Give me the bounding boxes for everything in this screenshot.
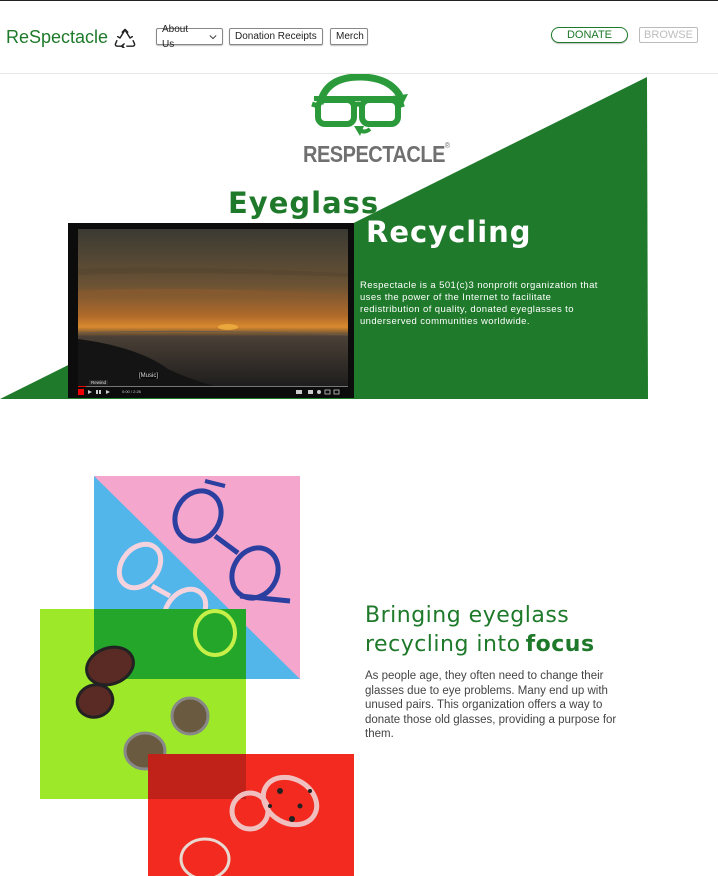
glasses-collage	[40, 476, 354, 876]
focus-heading-text: recycling into	[365, 632, 521, 657]
focus-heading-bold: focus	[525, 632, 595, 657]
focus-heading-line1: Bringing eyeglass	[365, 603, 570, 628]
focus-body: As people age, they often need to change…	[365, 670, 617, 740]
focus-heading-line2: recycling into focus	[365, 632, 595, 657]
page: ReSpectacle About Us Donation Receipts M…	[0, 0, 718, 876]
